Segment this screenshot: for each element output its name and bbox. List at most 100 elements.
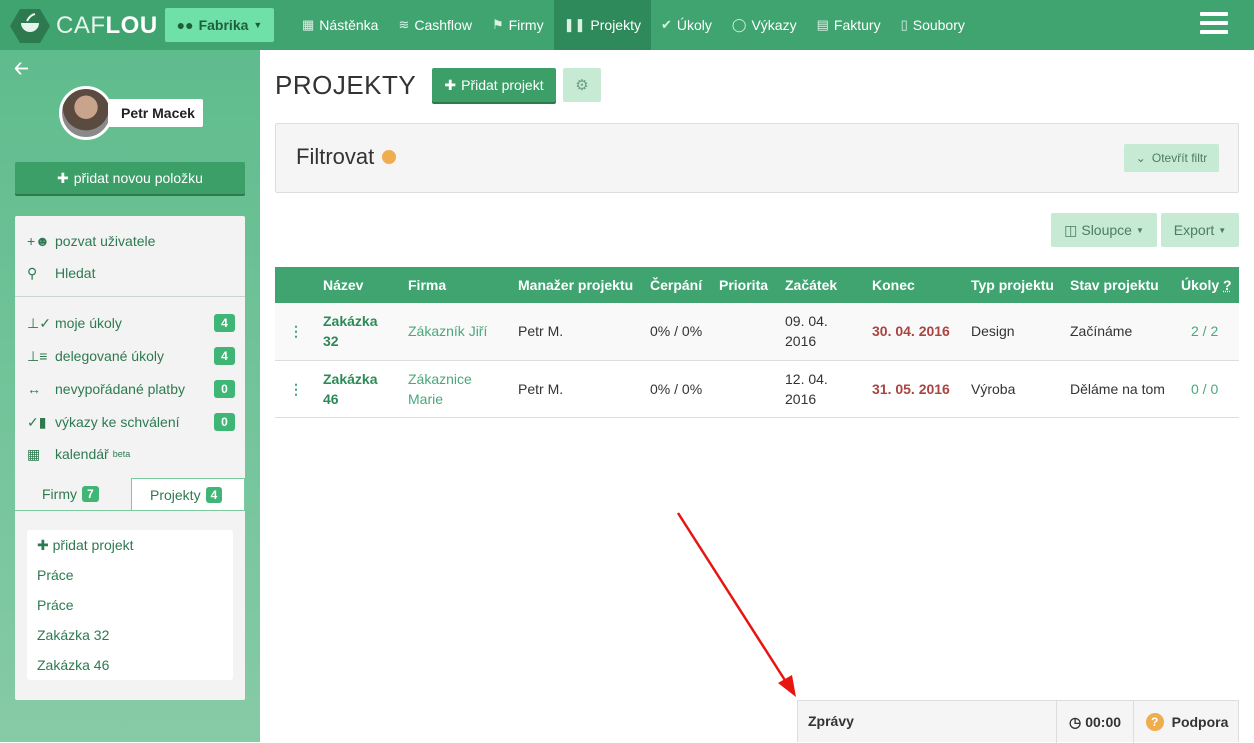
caret-down-icon: ▼ (1135, 225, 1144, 235)
priority-cell (713, 303, 779, 361)
caflou-logo-icon[interactable] (10, 8, 50, 44)
check-icon: ✔ (660, 17, 672, 32)
sidebar-panel: +☻ pozvat uživatele ⚲ Hledat ⊥✓ moje úkoly … (15, 216, 245, 700)
nav-item-nastenka[interactable]: ▦ Nástěnka (292, 0, 388, 50)
firm-link[interactable]: Zákaznice Marie (402, 360, 512, 418)
column-header-zacatek[interactable]: Začátek (779, 267, 866, 303)
count-badge: 0 (214, 413, 235, 431)
search-icon: ⚲ (27, 264, 38, 281)
row-menu-icon[interactable]: ⋮ (275, 303, 317, 361)
back-arrow-icon[interactable]: 🡠 (14, 56, 29, 86)
main-nav: ▦ Nástěnka ≋ Cashflow ⚑ Firmy ❚❚ Projekty ✔ Ú… (292, 0, 975, 50)
settings-button[interactable]: ⚙ (563, 68, 601, 102)
start-date-cell: 12. 04. 2016 (779, 360, 866, 418)
organization-dropdown[interactable]: ●● Fabrika ▼ (165, 8, 274, 42)
project-name-link[interactable]: Zakázka 32 (317, 303, 402, 361)
sidebar-tabs: Firmy 7 Projekty 4 (15, 478, 245, 511)
menu-item-delegated-tasks[interactable]: ⊥≡ delegované úkoly 4 (27, 345, 235, 367)
hamburger-menu-icon[interactable] (1200, 12, 1228, 36)
payments-icon: ↔ (27, 381, 41, 397)
table-header-row: Název Firma Manažer projektu Čerpání Pri… (275, 267, 1239, 303)
sidebar: 🡠 Petr Macek ✚ přidat novou položku +☻ po… (0, 50, 260, 742)
table-row[interactable]: ⋮ Zakázka 46 Zákaznice Marie Petr M. 0% / … (275, 360, 1239, 418)
tab-projekty[interactable]: Projekty 4 (131, 478, 245, 511)
plus-icon: ✚ (37, 537, 49, 553)
start-date-cell: 09. 04. 2016 (779, 303, 866, 361)
list-item[interactable]: Zakázka 32 (37, 627, 109, 643)
nav-item-vykazy[interactable]: ◯ Výkazy (722, 0, 807, 50)
menu-item-my-tasks[interactable]: ⊥✓ moje úkoly 4 (27, 312, 235, 334)
column-header-ukoly[interactable]: Úkoly ? (1175, 267, 1239, 303)
add-project-button[interactable]: ✚ Přidat projekt (432, 68, 556, 102)
delegated-tasks-icon: ⊥≡ (27, 347, 48, 364)
tasks-count-link[interactable]: 2 / 2 (1175, 303, 1239, 361)
nav-item-projekty[interactable]: ❚❚ Projekty (553, 0, 651, 50)
dashboard-icon: ▦ (302, 17, 315, 32)
list-item[interactable]: Práce (37, 597, 74, 613)
menu-item-search[interactable]: ⚲ Hledat (27, 262, 235, 284)
type-cell: Design (965, 303, 1064, 361)
column-header-typ[interactable]: Typ projektu (965, 267, 1064, 303)
gear-icon: ⚙ (575, 77, 589, 94)
projects-table: Název Firma Manažer projektu Čerpání Pri… (275, 267, 1239, 418)
column-header-firma[interactable]: Firma (402, 267, 512, 303)
usage-cell: 0% / 0% (644, 303, 713, 361)
nav-item-cashflow[interactable]: ≋ Cashflow (388, 0, 482, 50)
timer-button[interactable]: ◷ 00:00 (1056, 701, 1133, 743)
column-header-cerpani[interactable]: Čerpání (644, 267, 713, 303)
nav-item-faktury[interactable]: ▤ Faktury (807, 0, 891, 50)
list-item[interactable]: Zakázka 46 (37, 657, 109, 673)
menu-item-calendar[interactable]: ▦ kalendář beta (27, 443, 235, 465)
page-title: PROJEKTY (275, 70, 417, 100)
table-row[interactable]: ⋮ Zakázka 32 Zákazník Jiří Petr M. 0% / 0… (275, 303, 1239, 361)
nav-item-ukoly[interactable]: ✔ Úkoly (651, 0, 722, 50)
tab-firmy[interactable]: Firmy 7 (42, 478, 99, 510)
chevron-down-icon: ⌄ (1135, 151, 1146, 165)
messages-toggle[interactable]: Zprávy (808, 713, 854, 729)
support-button[interactable]: ? Podpora (1133, 701, 1240, 743)
open-filter-button[interactable]: ⌄ Otevřít filtr (1124, 144, 1219, 172)
cashflow-icon: ≋ (398, 17, 410, 32)
plus-icon: ✚ (57, 169, 69, 186)
nav-item-soubory[interactable]: ▯ Soubory (891, 0, 975, 50)
user-name[interactable]: Petr Macek (108, 99, 203, 127)
column-header-konec[interactable]: Konec (866, 267, 965, 303)
reports-icon: ✓▮ (27, 413, 47, 430)
tasks-count-link[interactable]: 0 / 0 (1175, 360, 1239, 418)
manager-cell: Petr M. (512, 303, 644, 361)
firm-link[interactable]: Zákazník Jiří (402, 303, 512, 361)
count-badge: 7 (82, 486, 99, 502)
file-icon: ▯ (900, 17, 908, 32)
row-menu-icon[interactable]: ⋮ (275, 360, 317, 418)
plus-icon: ✚ (444, 76, 457, 93)
status-cell: Začínáme (1064, 303, 1175, 361)
top-navbar: CAFLOU ●● Fabrika ▼ ▦ Nástěnka ≋ Cashflow … (0, 0, 1254, 50)
count-badge: 4 (205, 487, 223, 503)
filter-status-dot (382, 150, 397, 164)
menu-item-reports-approval[interactable]: ✓▮ výkazy ke schválení 0 (27, 411, 235, 433)
end-date-cell: 31. 05. 2016 (866, 360, 965, 418)
list-item[interactable]: Práce (37, 567, 74, 583)
project-list: ✚ přidat projekt Práce Práce Zakázka 32 … (27, 530, 233, 680)
export-dropdown[interactable]: Export ▼ (1161, 213, 1239, 247)
manager-cell: Petr M. (512, 360, 644, 418)
menu-item-invite-user[interactable]: +☻ pozvat uživatele (27, 230, 235, 252)
nav-item-firmy[interactable]: ⚑ Firmy (482, 0, 554, 50)
columns-dropdown[interactable]: ◫ Sloupce ▼ (1051, 213, 1157, 247)
add-project-link[interactable]: ✚ přidat projekt (37, 537, 134, 554)
add-new-item-button[interactable]: ✚ přidat novou položku (15, 162, 245, 194)
menu-item-unsettled-payments[interactable]: ↔ nevypořádané platby 0 (27, 378, 235, 400)
project-name-link[interactable]: Zakázka 46 (317, 360, 402, 418)
my-tasks-icon: ⊥✓ (27, 314, 51, 331)
brand-name[interactable]: CAFLOU (56, 12, 158, 40)
column-header (275, 267, 317, 303)
column-header-stav[interactable]: Stav projektu (1064, 267, 1175, 303)
column-header-manazer[interactable]: Manažer projektu (512, 267, 644, 303)
column-header-priorita[interactable]: Priorita (713, 267, 779, 303)
column-header-nazev[interactable]: Název (317, 267, 402, 303)
columns-icon: ❚❚ (563, 17, 586, 32)
avatar[interactable] (59, 86, 113, 140)
question-icon: ? (1145, 713, 1164, 731)
help-icon[interactable]: ? (1223, 277, 1232, 293)
tab-divider (15, 510, 245, 511)
